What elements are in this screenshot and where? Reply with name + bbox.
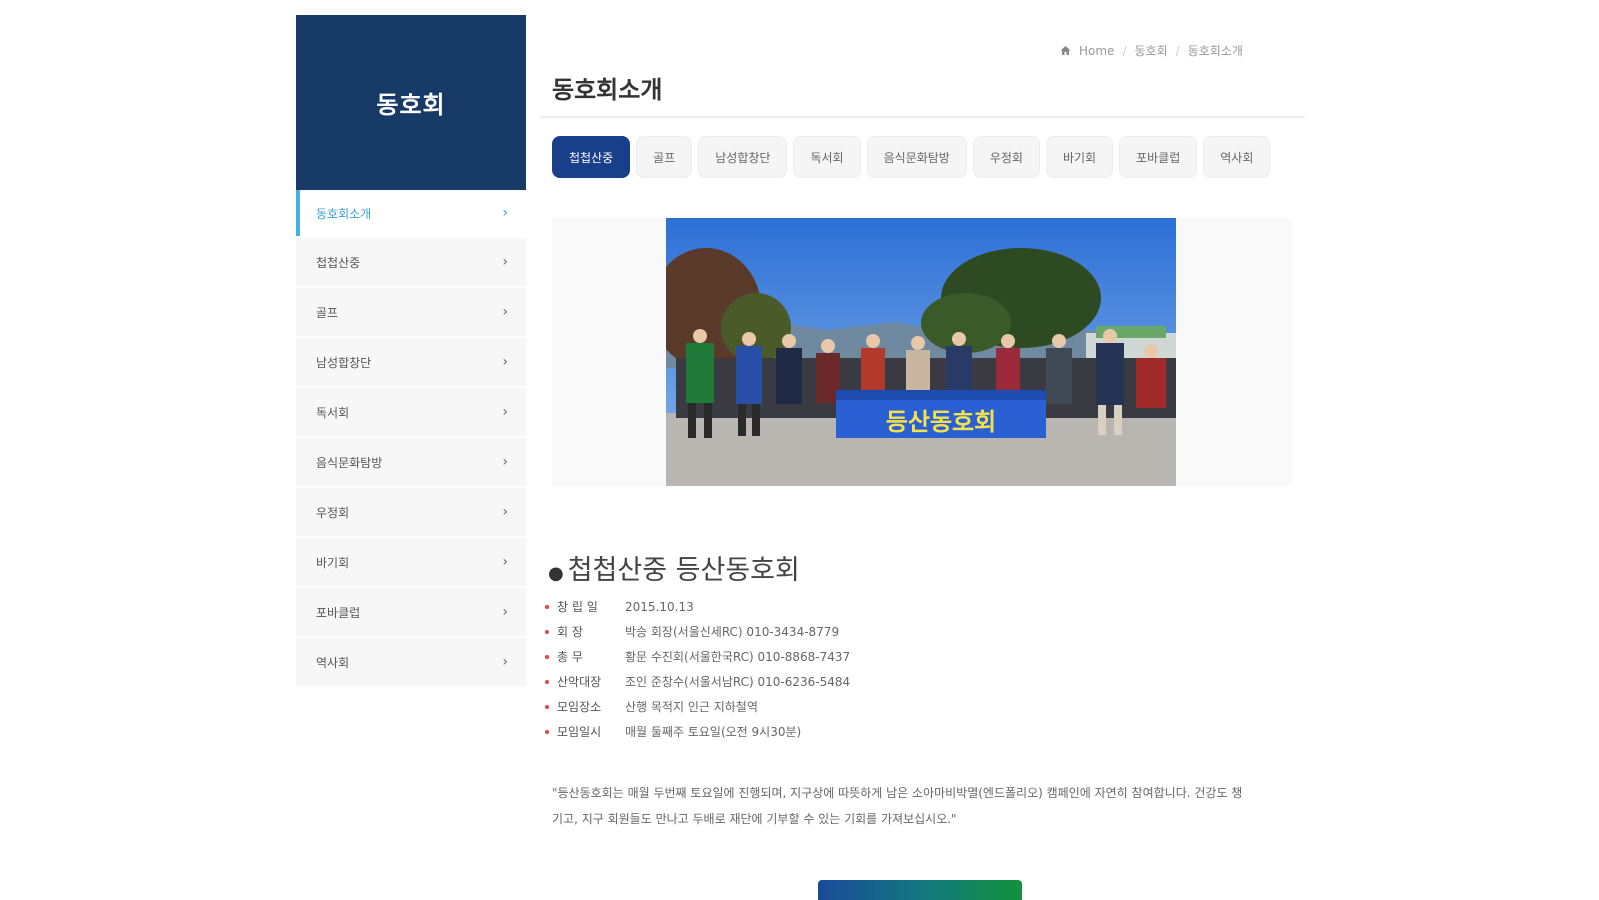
chevron-right-icon: › bbox=[502, 205, 508, 221]
chevron-right-icon: › bbox=[502, 254, 508, 270]
club-title: ● 첩첩산중 등산동호회 bbox=[548, 548, 800, 587]
photo-frame: 등산동호회 bbox=[552, 218, 1292, 486]
tab-friendship[interactable]: 우정회 bbox=[972, 136, 1040, 178]
sidebar-item-label: 첩첩산중 bbox=[316, 255, 361, 270]
sidebar-item-book-club[interactable]: 독서회 › bbox=[296, 388, 526, 436]
info-key: 모임장소 bbox=[557, 700, 602, 714]
bullet-dot-icon bbox=[545, 604, 549, 609]
title-divider bbox=[540, 116, 1305, 118]
info-value: 산행 목적지 인근 지하철역 bbox=[625, 700, 758, 714]
breadcrumb-separator: / bbox=[1175, 43, 1180, 58]
club-title-text: 첩첩산중 등산동호회 bbox=[567, 555, 800, 586]
bottom-action-button[interactable] bbox=[818, 880, 1022, 900]
info-value: 황문 수진회(서울한국RC) 010-8868-7437 bbox=[625, 650, 851, 664]
info-value: 매월 둘째주 토요일(오전 9시30분) bbox=[625, 725, 802, 739]
tab-history[interactable]: 역사회 bbox=[1203, 136, 1271, 178]
info-key: 모임일시 bbox=[557, 725, 602, 739]
sidebar-item-label: 동호회소개 bbox=[316, 206, 372, 221]
info-key: 창 립 일 bbox=[557, 600, 598, 614]
sidebar-item-label: 독서회 bbox=[316, 405, 350, 420]
bullet-icon: ● bbox=[548, 563, 564, 584]
list-item: 산악대장 조인 준창수(서울서남RC) 010-6236-5484 bbox=[545, 669, 850, 694]
tab-food-tour[interactable]: 음식문화탐방 bbox=[866, 136, 967, 178]
sidebar-item-history[interactable]: 역사회 › bbox=[296, 638, 526, 686]
chevron-right-icon: › bbox=[502, 354, 508, 370]
club-tabs: 첩첩산중 골프 남성합창단 독서회 음식문화탐방 우정회 바기회 포바클럽 역사… bbox=[552, 136, 1271, 178]
chevron-right-icon: › bbox=[502, 304, 508, 320]
tab-golf[interactable]: 골프 bbox=[636, 136, 693, 178]
sidebar: 동호회 동호회소개 › 첩첩산중 › 골프 › 남성합창단 › 독서회 › 음식… bbox=[296, 15, 526, 686]
info-value: 조인 준창수(서울서남RC) 010-6236-5484 bbox=[625, 675, 851, 689]
sidebar-item-friendship[interactable]: 우정회 › bbox=[296, 488, 526, 536]
bullet-dot-icon bbox=[545, 654, 549, 659]
chevron-right-icon: › bbox=[502, 404, 508, 420]
info-value: 2015.10.13 bbox=[625, 599, 694, 614]
bullet-dot-icon bbox=[545, 679, 549, 684]
sidebar-header: 동호회 bbox=[296, 15, 526, 190]
sidebar-title: 동호회 bbox=[376, 91, 446, 119]
bullet-dot-icon bbox=[545, 629, 549, 634]
club-info-list: 창 립 일 2015.10.13 회 장 박승 회장(서울신세RC) 010-343… bbox=[545, 594, 850, 744]
chevron-right-icon: › bbox=[502, 654, 508, 670]
info-key: 회 장 bbox=[557, 625, 583, 639]
club-description: "등산동호회는 매월 두번째 토요일에 진행되며, 지구상에 따뜻하게 남은 소… bbox=[552, 786, 1243, 826]
sidebar-item-choir[interactable]: 남성합창단 › bbox=[296, 338, 526, 386]
list-item: 창 립 일 2015.10.13 bbox=[545, 594, 850, 619]
sidebar-item-label: 역사회 bbox=[316, 655, 350, 670]
tab-baduk[interactable]: 바기회 bbox=[1045, 136, 1114, 178]
chevron-right-icon: › bbox=[502, 604, 508, 620]
list-item: 모임일시 매월 둘째주 토요일(오전 9시30분) bbox=[545, 719, 850, 744]
list-item: 총 무 황문 수진회(서울한국RC) 010-8868-7437 bbox=[545, 644, 850, 669]
bullet-dot-icon bbox=[545, 729, 549, 734]
banner-text: 등산동호회 bbox=[886, 408, 996, 436]
sidebar-item-hiking[interactable]: 첩첩산중 › bbox=[296, 238, 526, 286]
tab-club-8[interactable]: 포바클럽 bbox=[1119, 136, 1198, 178]
sidebar-item-label: 음식문화탐방 bbox=[316, 455, 383, 470]
breadcrumb-current: 동호회소개 bbox=[1187, 44, 1243, 58]
home-icon[interactable] bbox=[1060, 45, 1071, 56]
bullet-dot-icon bbox=[545, 704, 549, 709]
breadcrumb-home[interactable]: Home bbox=[1079, 44, 1114, 58]
sidebar-item-club-intro[interactable]: 동호회소개 › bbox=[296, 190, 526, 236]
sidebar-item-baduk[interactable]: 바기회 › bbox=[296, 538, 526, 586]
sidebar-item-golf[interactable]: 골프 › bbox=[296, 288, 526, 336]
info-value: 박승 회장(서울신세RC) 010-3434-8779 bbox=[625, 625, 840, 639]
sidebar-item-label: 골프 bbox=[316, 305, 339, 320]
info-key: 산악대장 bbox=[557, 675, 602, 689]
group-photo: 등산동호회 bbox=[666, 218, 1176, 486]
page-title: 동호회소개 bbox=[552, 76, 663, 104]
tab-book-club[interactable]: 독서회 bbox=[793, 136, 861, 178]
sidebar-item-club-8[interactable]: 포바클럽 › bbox=[296, 588, 526, 636]
tab-hiking[interactable]: 첩첩산중 bbox=[552, 136, 631, 178]
breadcrumb: Home / 동호회 / 동호회소개 bbox=[1060, 42, 1280, 59]
chevron-right-icon: › bbox=[502, 454, 508, 470]
breadcrumb-separator: / bbox=[1122, 43, 1127, 58]
info-key: 총 무 bbox=[557, 650, 583, 664]
chevron-right-icon: › bbox=[502, 554, 508, 570]
sidebar-item-label: 포바클럽 bbox=[316, 605, 361, 620]
sidebar-item-label: 우정회 bbox=[316, 505, 350, 520]
tab-choir[interactable]: 남성합창단 bbox=[698, 136, 788, 178]
breadcrumb-level1[interactable]: 동호회 bbox=[1134, 42, 1167, 59]
sidebar-item-food-tour[interactable]: 음식문화탐방 › bbox=[296, 438, 526, 486]
list-item: 회 장 박승 회장(서울신세RC) 010-3434-8779 bbox=[545, 619, 850, 644]
list-item: 모임장소 산행 목적지 인근 지하철역 bbox=[545, 694, 850, 719]
sidebar-item-label: 남성합창단 bbox=[316, 355, 372, 370]
sidebar-item-label: 바기회 bbox=[316, 555, 350, 570]
sidebar-menu: 동호회소개 › 첩첩산중 › 골프 › 남성합창단 › 독서회 › 음식문화탐방… bbox=[296, 190, 526, 686]
chevron-right-icon: › bbox=[502, 504, 508, 520]
